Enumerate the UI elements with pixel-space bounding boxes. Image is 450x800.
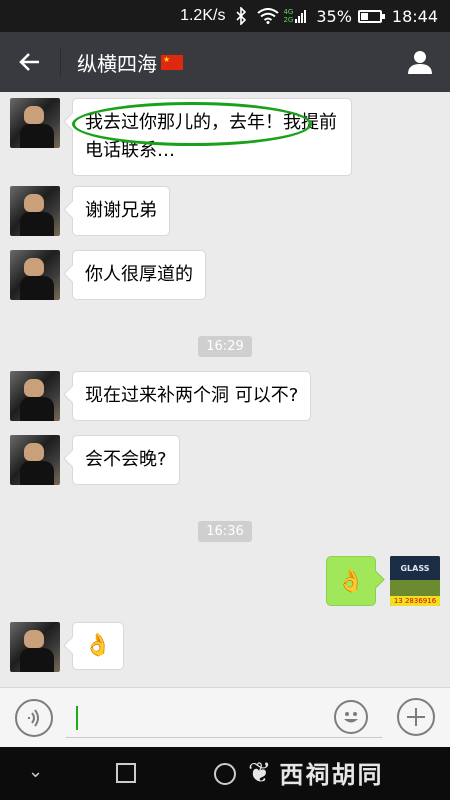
message-text: 👌 xyxy=(337,568,365,594)
nav-home-icon[interactable] xyxy=(116,763,136,783)
self-avatar[interactable]: GLASS 13 2836916 xyxy=(390,556,440,606)
title-bar: 纵横四海 xyxy=(0,32,450,92)
bluetooth-icon xyxy=(235,7,247,25)
nav-back-icon[interactable]: ⌄ xyxy=(28,761,43,782)
battery-percent: 35% xyxy=(316,6,352,26)
chat-title: 纵横四海 xyxy=(77,48,183,77)
chat-area[interactable]: 我去过你那儿的，去年！我提前电话联系… 谢谢兄弟 你人很厚道的 16:29 现在… xyxy=(0,92,450,687)
timestamp: 16:29 xyxy=(0,335,450,357)
title-divider xyxy=(60,47,61,77)
nav-bar: ⌄ ❦ 西祠胡同 xyxy=(0,747,450,800)
message-bubble[interactable]: 你人很厚道的 xyxy=(72,250,206,300)
message-text: 现在过来补两个洞 可以不? xyxy=(85,385,299,406)
plus-icon[interactable] xyxy=(397,698,435,736)
message-bubble[interactable]: 会不会晚? xyxy=(72,435,180,485)
network-type: 4G 2G xyxy=(283,8,293,24)
avatar[interactable] xyxy=(10,371,60,421)
timestamp-text: 16:36 xyxy=(198,521,252,542)
net-speed: 1.2K/s xyxy=(180,7,226,24)
highlight-oval xyxy=(72,102,312,146)
voice-icon[interactable] xyxy=(15,698,53,737)
ok-hand-icon[interactable]: 👌 xyxy=(72,622,124,670)
chat-title-text: 纵横四海 xyxy=(77,51,157,76)
message-row-self: 👌 GLASS 13 2836916 xyxy=(326,556,440,606)
message-row: 谢谢兄弟 xyxy=(10,186,170,236)
timestamp-text: 16:29 xyxy=(198,336,252,357)
china-flag-icon xyxy=(161,54,183,70)
message-row: 会不会晚? xyxy=(10,435,180,485)
status-bar: 1.2K/s 4G 2G 35% 18:44 xyxy=(0,0,450,32)
message-row: 你人很厚道的 xyxy=(10,250,206,300)
message-text: 会不会晚? xyxy=(85,449,167,470)
clock: 18:44 xyxy=(391,6,438,26)
nav-recent-icon[interactable] xyxy=(214,763,236,785)
network-type-top: 4G xyxy=(283,8,294,16)
wifi-icon xyxy=(257,8,280,24)
watermark-logo-icon: ❦ xyxy=(248,756,272,789)
signal-icon xyxy=(295,9,307,23)
person-icon[interactable] xyxy=(390,32,450,92)
emoji-icon[interactable] xyxy=(334,700,368,734)
self-avatar-image xyxy=(390,580,440,596)
message-row: 现在过来补两个洞 可以不? xyxy=(10,371,312,421)
message-text: 谢谢兄弟 xyxy=(85,200,157,221)
self-avatar-phone: 13 2836916 xyxy=(390,596,440,606)
watermark-text: 西祠胡同 xyxy=(279,760,384,789)
message-bubble[interactable]: 现在过来补两个洞 可以不? xyxy=(72,371,312,421)
battery-fill xyxy=(360,12,368,20)
message-row: 我去过你那儿的，去年！我提前电话联系… xyxy=(10,98,352,176)
self-avatar-label: GLASS xyxy=(390,556,440,580)
avatar[interactable] xyxy=(10,186,60,236)
network-type-bottom: 2G xyxy=(283,16,294,24)
battery-icon xyxy=(357,9,385,23)
avatar[interactable] xyxy=(10,98,60,148)
input-caret xyxy=(76,706,78,730)
message-bubble[interactable]: 谢谢兄弟 xyxy=(72,186,170,236)
avatar[interactable] xyxy=(10,435,60,485)
message-text: 你人很厚道的 xyxy=(85,264,193,285)
watermark: ❦ 西祠胡同 xyxy=(248,755,383,790)
ok-hand-icon[interactable]: 👌 xyxy=(326,556,376,606)
message-row: 👌 xyxy=(10,622,124,672)
back-arrow-icon[interactable] xyxy=(0,32,60,92)
avatar[interactable] xyxy=(10,250,60,300)
message-text: 👌 xyxy=(84,633,112,658)
input-bar xyxy=(0,687,450,747)
avatar[interactable] xyxy=(10,622,60,672)
timestamp: 16:36 xyxy=(0,520,450,542)
